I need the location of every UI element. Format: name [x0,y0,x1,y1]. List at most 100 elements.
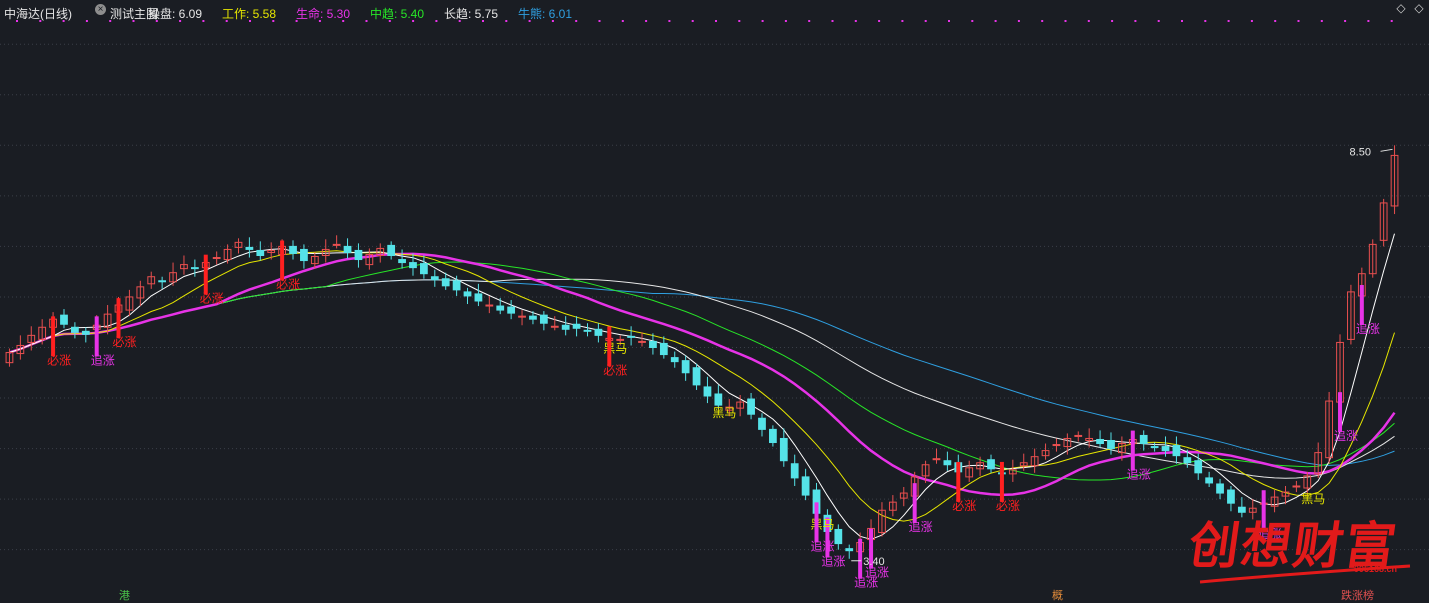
signal-label-heima: 黑马 [603,341,627,355]
footer-tag-concept[interactable]: 概 [1052,587,1063,603]
candle-body [474,293,483,302]
signal-bar [116,298,121,339]
signal-bar [858,538,863,579]
candle-body [1183,457,1192,464]
signal-label-zhuizhang: 追涨 [1127,467,1151,482]
footer-tag-hk[interactable]: 港 [119,587,130,603]
signal-label-bizhang: 必涨 [603,362,627,377]
candle-body [507,306,516,314]
ma-bull-line [9,279,1395,466]
signal-label-bizhang: 必涨 [113,334,137,349]
signal-label-zhuizhang: 追涨 [1334,428,1358,443]
candle-body [659,342,668,356]
candle-body [627,335,635,338]
candle-body [550,325,559,328]
candle-body [539,314,548,324]
candle-body [714,393,723,406]
signal-label-heima: 黑马 [712,406,736,420]
signal-label-bizhang: 必涨 [200,291,224,306]
signal-bar [999,461,1004,502]
ma-long-line [9,278,1395,479]
legend-item-5: 牛熊: 6.01 [518,7,573,21]
candle-body [441,278,450,287]
signal-label-heima: 黑马 [811,517,835,531]
candle-body [71,326,79,333]
candle-body [943,460,952,466]
candle-body [681,360,690,374]
legend-item-1: 工作: 5.58 [222,7,277,21]
candle-body [343,245,352,253]
candle-body [1172,445,1181,457]
candle-body [1150,446,1159,449]
candle-body [256,249,265,256]
signal-label-bizhang: 必涨 [996,498,1020,513]
candle-body [561,324,570,330]
candle-body [987,459,995,470]
signal-bar [1359,285,1364,326]
candle-body [289,245,297,254]
candle-body [1216,483,1224,494]
candle-body [692,367,701,386]
candle-body [1227,489,1235,504]
candle-body [616,338,625,341]
signal-label-zhuizhang: 追涨 [909,519,933,534]
indicator-legend: 中海达(日线) × 测试主图 操盘: 6.09 工作: 5.58 生命: 5.30 中… [0,0,1429,24]
signal-bar [912,483,917,524]
candle-body [496,305,505,311]
candle-body [81,330,90,335]
candle-body [420,263,428,275]
legend-item-4: 长趋: 5.75 [444,7,499,21]
candle-body [1096,438,1104,445]
footer-tag-rank[interactable]: 跌涨榜 [1341,587,1374,603]
candle-body [758,417,766,430]
signal-label-heima: 黑马 [1301,492,1325,506]
legend-item-2: 生命: 5.30 [296,7,351,21]
candle-body [1139,434,1148,445]
signal-label-bizhang: 必涨 [952,498,976,513]
candle-body [452,280,461,291]
ma-operate-line [9,233,1395,540]
candle-body [670,357,679,363]
signal-bar [51,316,56,357]
signal-bar [203,254,208,295]
candle-body [779,437,788,462]
stock-name[interactable]: 中海达(日线) [4,5,72,22]
signal-label-zhuizhang: 追涨 [821,554,845,569]
candle-body [300,248,308,262]
candle-body [1161,446,1170,452]
signal-label-zhuizhang: 追涨 [1356,321,1380,336]
close-icon[interactable]: × [95,4,106,15]
candle-body [801,476,810,496]
candle-body [583,329,592,332]
candle-body [845,548,854,552]
signal-bar [607,326,612,367]
candle-body [703,386,712,397]
candle-body [790,463,799,479]
signal-bar [814,502,819,543]
candle-body [409,262,417,269]
signal-bar [1338,392,1343,433]
signal-bar [94,316,99,357]
low-price-label: 3.40 [863,556,884,568]
legend-item-0: 操盘: 6.09 [148,7,203,21]
signal-label-zhuizhang: 追涨 [91,352,115,367]
candle-body [1205,477,1214,484]
expand-icon[interactable]: ◇ [1413,2,1425,14]
signal-bar [956,461,961,502]
high-price-label: 8.50 [1350,146,1371,158]
watermark-url: 995168.cn [1354,564,1398,574]
candle-body [1107,439,1115,450]
candle-body [769,428,777,444]
diamond-icon[interactable]: ◇ [1395,2,1407,14]
candle-body [1194,460,1203,474]
candle-body [398,259,406,264]
candle-body [60,314,68,325]
candle-body [387,244,396,256]
signal-label-zhuizhang: 追涨 [811,538,835,553]
candle-body [529,315,537,320]
high-price-arrow [1380,148,1393,152]
candle-body [245,246,254,250]
candle-body [332,243,341,246]
candle-body [212,257,221,260]
candle-body [638,340,646,343]
